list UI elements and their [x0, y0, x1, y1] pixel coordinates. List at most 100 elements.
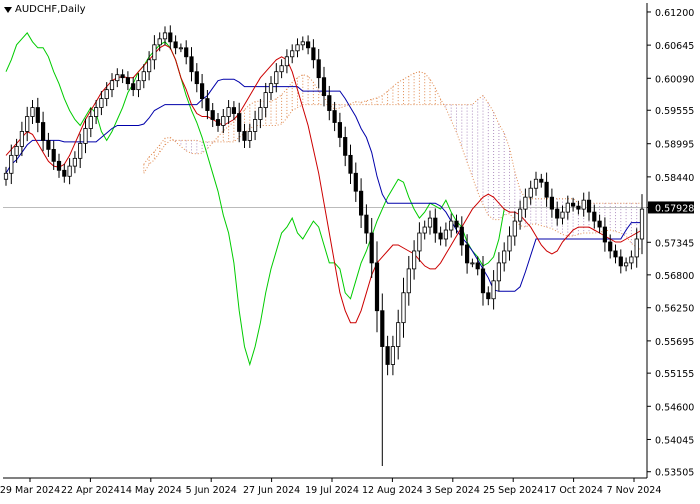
- candle-body: [46, 140, 51, 150]
- candle-body: [3, 172, 9, 180]
- x-tick-label: 19 Jul 2024: [305, 485, 359, 496]
- candle-body: [316, 59, 321, 79]
- candle-body: [433, 217, 438, 234]
- candle-body: [364, 214, 369, 234]
- y-tick-label: 0.59555: [655, 106, 694, 117]
- candle-body: [480, 268, 486, 294]
- candle-body: [311, 47, 316, 61]
- chart-svg: 0.61200 0.60645 0.60090 0.59555 0.58995 0.584…: [0, 0, 700, 500]
- candle-body: [449, 220, 454, 231]
- x-tick-label: 22 Apr 2024: [61, 485, 120, 496]
- candle-body: [581, 199, 586, 210]
- candle-body: [592, 211, 597, 222]
- candle-body: [406, 268, 411, 294]
- candle-body: [327, 95, 332, 111]
- candle-body: [571, 202, 576, 207]
- candle-body: [35, 107, 40, 123]
- y-tick-label: 0.56800: [655, 271, 694, 282]
- candle-body: [184, 47, 189, 58]
- y-tick-label: 0.54045: [655, 435, 694, 446]
- candle-body: [321, 77, 327, 97]
- candle-body: [539, 178, 544, 183]
- y-tick-label: 0.55155: [655, 369, 694, 380]
- candle-body: [565, 202, 570, 213]
- candle-body: [279, 65, 284, 73]
- candle-body: [120, 74, 125, 79]
- y-tick-label: 0.53505: [655, 468, 694, 479]
- candle-body: [83, 128, 88, 144]
- candle-body: [210, 110, 215, 120]
- candle-body: [496, 262, 501, 282]
- x-tick-label: 25 Sep 2024: [483, 485, 543, 496]
- candle-body: [359, 190, 364, 216]
- candle-body: [337, 122, 342, 138]
- candle-body: [443, 229, 448, 240]
- x-tick-label: 3 Sep 2024: [426, 485, 480, 496]
- dropdown-triangle-icon[interactable]: [4, 6, 12, 13]
- candle-body: [348, 154, 353, 174]
- candle-body: [427, 217, 433, 228]
- candle-body: [486, 292, 491, 300]
- candle-body: [306, 41, 311, 49]
- y-tick-label: 0.56250: [655, 304, 694, 315]
- candle-body: [56, 160, 62, 171]
- candle-body: [274, 71, 279, 85]
- candle-body: [343, 137, 348, 156]
- candle-body: [412, 250, 417, 270]
- candle-body: [290, 50, 295, 58]
- candle-body: [629, 256, 634, 264]
- candle-body: [125, 77, 130, 85]
- candle-body: [597, 220, 602, 228]
- candle-body: [268, 83, 274, 94]
- candle-body: [231, 107, 236, 114]
- candle-body: [88, 116, 93, 129]
- candle-body: [470, 262, 475, 265]
- candle-body: [374, 262, 380, 312]
- candle-body: [78, 143, 83, 159]
- candle-body: [624, 262, 629, 267]
- y-tick-label: 0.60090: [655, 74, 694, 85]
- candle-body: [533, 178, 539, 189]
- candle-body: [369, 232, 374, 264]
- x-tick-label: 27 Jun 2024: [243, 485, 300, 496]
- candle-body: [602, 226, 607, 243]
- candle-body: [9, 154, 14, 174]
- candle-body: [332, 110, 337, 123]
- candle-body: [194, 71, 199, 85]
- candle-body: [14, 145, 19, 156]
- y-tick-label: 0.58995: [655, 140, 694, 151]
- candle-body: [401, 292, 406, 324]
- candle-body: [19, 131, 24, 147]
- candle-body: [51, 148, 56, 162]
- y-tick-label: 0.57345: [655, 238, 694, 249]
- candle-body: [141, 71, 146, 82]
- candle-body: [390, 346, 395, 365]
- y-tick-label: 0.54600: [655, 402, 694, 413]
- candle-body: [62, 169, 67, 177]
- candle-body: [157, 38, 162, 46]
- y-tick-label: 0.60645: [655, 41, 694, 52]
- x-tick-label: 12 Aug 2024: [362, 485, 423, 496]
- candle-body: [178, 47, 183, 50]
- candle-body: [242, 131, 247, 141]
- chart-title-text: AUDCHF,Daily: [15, 4, 86, 15]
- candle-body: [200, 83, 205, 99]
- candle-body: [162, 32, 168, 40]
- candle-body: [454, 220, 459, 228]
- candle-body: [576, 205, 581, 210]
- x-tick-label: 29 Mar 2024: [0, 485, 60, 496]
- x-tick-label: 5 Jun 2024: [186, 485, 237, 496]
- candle-body: [104, 89, 109, 99]
- candle-body: [549, 196, 554, 210]
- candle-body: [215, 119, 221, 126]
- x-tick-label: 14 May 2024: [120, 485, 182, 496]
- candle-body: [507, 235, 512, 252]
- candle-body: [385, 346, 390, 365]
- candle-body: [422, 226, 427, 234]
- candle-body: [528, 187, 533, 198]
- candle-body: [67, 165, 72, 177]
- candle-body: [205, 98, 210, 111]
- candle-body: [465, 244, 470, 264]
- candle-body: [147, 59, 152, 73]
- candle-body: [518, 208, 523, 222]
